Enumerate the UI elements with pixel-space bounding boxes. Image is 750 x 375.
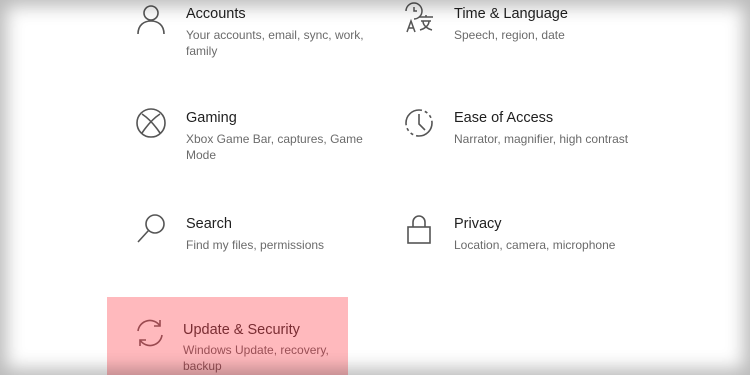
ease-of-access-icon (402, 106, 436, 140)
person-icon (134, 2, 168, 36)
tile-title: Ease of Access (454, 110, 554, 126)
time-language-icon (402, 2, 436, 36)
settings-tile-accounts[interactable]: Accounts Your accounts, email, sync, wor… (110, 0, 364, 90)
xbox-icon (134, 106, 168, 140)
refresh-icon (133, 316, 167, 350)
tile-title: Update & Security (183, 322, 300, 338)
settings-tile-gaming[interactable]: Gaming Xbox Game Bar, captures, Game Mod… (110, 104, 363, 194)
tile-description: Find my files, permissions (186, 238, 325, 252)
search-icon (134, 212, 168, 246)
settings-tile-privacy[interactable]: Privacy Location, camera, microphone (378, 210, 618, 300)
settings-tile-search[interactable]: Search Find my files, permissions (110, 210, 350, 300)
tile-title: Privacy (454, 216, 502, 232)
tile-title: Search (186, 216, 232, 232)
settings-tile-time-language[interactable]: Time & Language Speech, region, date (378, 0, 618, 90)
tile-description: Speech, region, date (454, 28, 565, 42)
settings-tile-ease-of-access[interactable]: Ease of Access Narrator, magnifier, high… (378, 104, 628, 194)
tile-description: Xbox Game Bar, captures, Game Mode (186, 132, 363, 162)
tile-title: Accounts (186, 6, 246, 22)
tile-description: Your accounts, email, sync, work, family (186, 28, 364, 58)
tile-title: Gaming (186, 110, 237, 126)
lock-icon (402, 212, 436, 246)
tile-title: Time & Language (454, 6, 568, 22)
tile-description: Location, camera, microphone (454, 238, 616, 252)
settings-tile-update-security[interactable]: Update & Security Windows Update, recove… (107, 297, 348, 375)
tile-description: Narrator, magnifier, high contrast (454, 132, 629, 146)
tile-description: Windows Update, recovery, backup (183, 343, 329, 373)
